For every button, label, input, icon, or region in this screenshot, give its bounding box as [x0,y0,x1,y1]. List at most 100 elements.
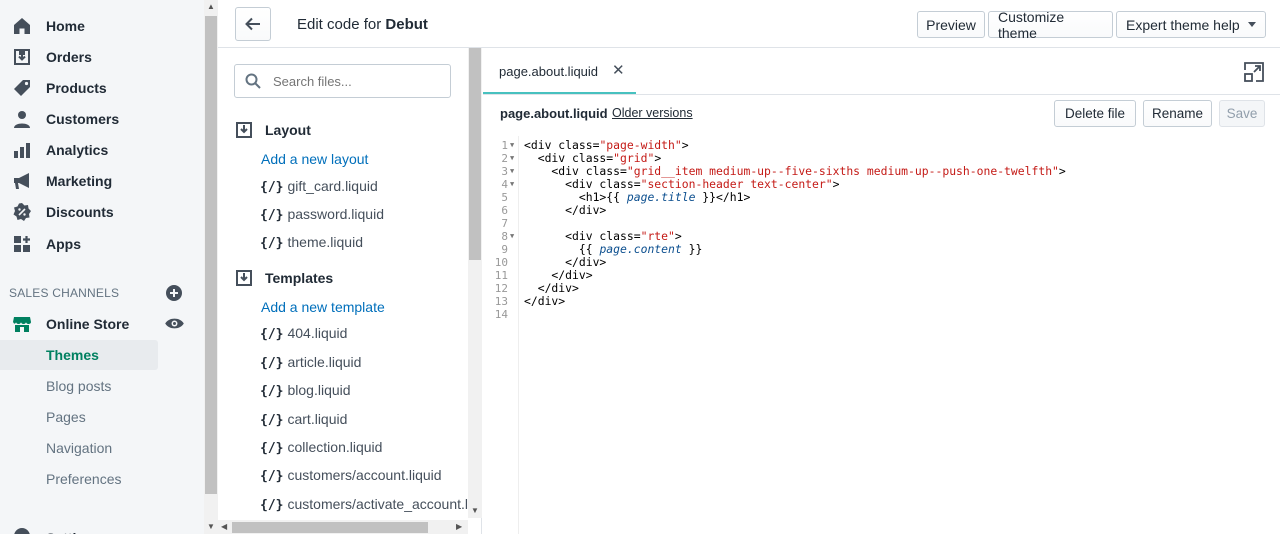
code-line: <div class="grid__item medium-up--five-s… [524,164,1066,178]
delete-file-button[interactable]: Delete file [1054,100,1136,127]
file-code-icon: {/} [260,236,284,251]
sub-item-pages-label: Pages [46,409,86,425]
scroll-down-arrow-icon[interactable]: ▼ [207,522,215,531]
customize-theme-button[interactable]: Customize theme [988,9,1113,41]
nav-products[interactable]: Products [0,74,200,102]
close-tab-icon[interactable]: ✕ [612,61,625,79]
code-line: </div> [524,268,593,282]
file-code-icon: {/} [260,498,284,513]
file-item-label: cart.liquid [287,411,348,427]
nav-analytics-label: Analytics [46,142,109,158]
fold-arrow-icon[interactable]: ▼ [510,141,514,149]
nav-online-store-label: Online Store [46,316,130,332]
code-editor-panel: page.about.liquid ✕ page.about.liquid Ol… [483,48,1280,534]
fold-arrow-icon[interactable]: ▼ [510,154,514,162]
nav-orders-label: Orders [46,49,92,65]
file-header: page.about.liquid Older versions Delete … [483,95,1280,131]
line-number: 8 [501,230,508,243]
files-scroll-thumb[interactable] [469,48,481,260]
file-item[interactable]: {/} customers/account.liquid [260,467,442,484]
sub-item-blog-posts-label: Blog posts [46,378,112,394]
file-item-label: customers/activate_account.liquid [287,496,468,512]
file-item[interactable]: {/} cart.liquid [260,411,347,428]
files-horizontal-scrollbar[interactable]: ◀ ▶ [218,520,468,534]
nav-analytics[interactable]: Analytics [0,136,200,164]
nav-marketing[interactable]: Marketing [0,167,200,195]
line-number: 2 [501,152,508,165]
sub-item-themes[interactable]: Themes [0,340,158,370]
fold-arrow-icon[interactable]: ▼ [510,232,514,240]
sub-item-preferences-label: Preferences [46,471,122,487]
code-line: <div class="section-header text-center"> [524,177,840,191]
line-number: 13 [494,295,508,308]
file-code-icon: {/} [260,441,284,456]
line-number: 10 [494,256,508,269]
line-number: 6 [501,204,508,217]
scroll-right-arrow-icon[interactable]: ▶ [456,522,462,531]
scroll-up-arrow-icon[interactable]: ▲ [207,2,215,11]
fold-arrow-icon[interactable]: ▼ [510,167,514,175]
file-item[interactable]: {/} password.liquid [260,206,384,223]
arrow-left-icon [245,17,260,31]
templates-heading: Templates [265,270,334,286]
fold-arrow-icon[interactable]: ▼ [510,180,514,188]
rename-button[interactable]: Rename [1143,100,1212,127]
files-hscroll-thumb[interactable] [232,522,428,533]
search-files-field[interactable] [234,64,451,98]
add-new-template-link[interactable]: Add a new template [261,299,385,315]
file-item[interactable]: {/} blog.liquid [260,382,351,399]
bar-chart-icon [14,143,30,158]
file-item[interactable]: {/} collection.liquid [260,439,382,456]
folder-download-icon [236,122,252,138]
sub-item-blog-posts[interactable]: Blog posts [0,371,158,401]
templates-section-header[interactable]: Templates [234,267,333,289]
file-item[interactable]: {/} article.liquid [260,354,361,371]
expert-theme-help-button[interactable]: Expert theme help [1116,11,1266,38]
files-panel: Layout Add a new layout {/}gift_card.liq… [218,48,482,534]
layout-section-header[interactable]: Layout [234,119,311,141]
file-item[interactable]: {/}customers/activate_account.liquid [260,496,468,513]
code-line: </div> [524,203,607,217]
expand-icon[interactable] [1244,62,1264,82]
nav-discounts[interactable]: Discounts [0,198,200,226]
code-area[interactable]: 1 ▼ 2 ▼ 3 ▼ 4 ▼ 5 6 7 8 ▼ 9 10 11 12 13 14 <div class="pag… [483,136,1280,534]
files-scrollbar[interactable]: ▼ [468,48,482,518]
add-new-layout-link[interactable]: Add a new layout [261,151,368,167]
sub-item-preferences[interactable]: Preferences [0,464,158,494]
preview-button[interactable]: Preview [917,11,985,38]
file-name: page.about.liquid [500,106,608,121]
search-files-input[interactable] [271,73,441,90]
older-versions-link[interactable]: Older versions [612,106,693,120]
file-item[interactable]: {/} gift_card.liquid [260,178,378,195]
line-number: 14 [494,308,508,321]
sub-item-navigation[interactable]: Navigation [0,433,158,463]
search-icon [245,73,261,89]
nav-orders[interactable]: Orders [0,43,200,71]
file-code-icon: {/} [260,180,284,195]
nav-products-label: Products [46,80,107,96]
line-number: 12 [494,282,508,295]
back-button[interactable] [235,7,271,41]
save-button[interactable]: Save [1219,100,1265,127]
file-item[interactable]: {/} 404.liquid [260,325,347,342]
sub-item-pages[interactable]: Pages [0,402,158,432]
nav-apps[interactable]: Apps [0,230,200,258]
add-sales-channel-icon[interactable] [166,285,182,301]
nav-settings[interactable]: Settings [0,522,200,534]
discount-icon [13,203,31,221]
nav-home[interactable]: Home [0,12,200,40]
code-line: <div class="page-width"> [524,138,689,152]
nav-customers[interactable]: Customers [0,105,200,133]
nav-settings-label: Settings [46,524,101,534]
admin-sidebar-scrollbar[interactable]: ▲ ▼ [204,0,218,534]
scroll-left-arrow-icon[interactable]: ◀ [221,522,227,531]
admin-scroll-thumb[interactable] [205,16,217,494]
tab-label: page.about.liquid [499,64,599,79]
file-item[interactable]: {/} theme.liquid [260,234,363,251]
scroll-down-arrow-icon[interactable]: ▼ [471,506,479,515]
file-code-icon: {/} [260,413,284,428]
code-line: <div class="rte"> [524,229,682,243]
eye-icon[interactable] [165,317,184,330]
tab-page-about-liquid[interactable]: page.about.liquid ✕ [483,48,636,94]
nav-discounts-label: Discounts [46,204,114,220]
